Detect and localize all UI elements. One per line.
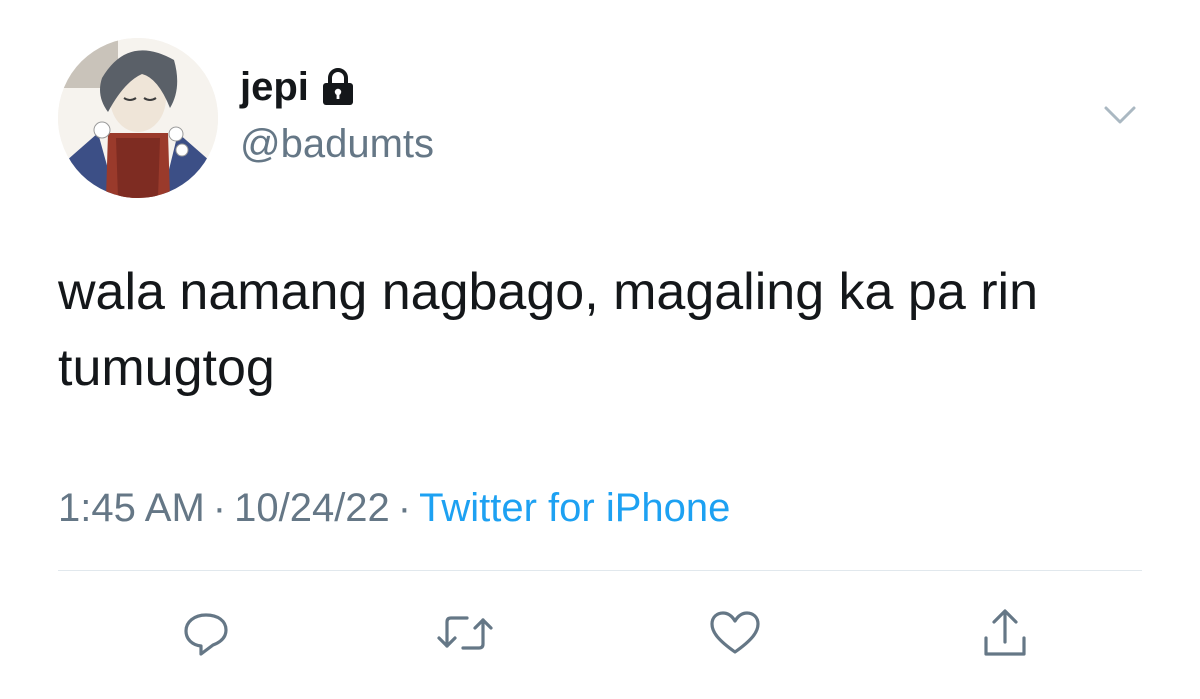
share-icon (980, 606, 1030, 660)
tweet-text: wala namang nagbago, magaling ka pa rin … (58, 263, 1039, 397)
author-name-row: jepi (240, 62, 355, 112)
reply-icon (181, 608, 231, 658)
meta-separator: · (397, 486, 412, 530)
retweet-button[interactable] (430, 598, 500, 668)
avatar[interactable] (58, 38, 218, 198)
reply-button[interactable] (171, 598, 241, 668)
tweet-meta: 1:45 AM · 10/24/22 · Twitter for iPhone (58, 480, 730, 536)
tweet-date[interactable]: 10/24/22 (234, 486, 390, 530)
author-name[interactable]: jepi (240, 62, 309, 112)
retweet-icon (435, 608, 495, 658)
author-handle[interactable]: @badumts (240, 118, 434, 170)
tweet-source-link[interactable]: Twitter for iPhone (419, 486, 730, 530)
like-button[interactable] (700, 598, 770, 668)
lock-icon (321, 67, 355, 107)
avatar-illustration (58, 38, 218, 198)
heart-icon (708, 608, 762, 658)
tweet-time[interactable]: 1:45 AM (58, 486, 205, 530)
meta-separator: · (212, 486, 227, 530)
chevron-down-icon[interactable] (1100, 100, 1140, 130)
tweet-card: jepi @badumts wala namang nagbago, magal… (0, 0, 1200, 699)
share-button[interactable] (970, 598, 1040, 668)
action-bar (0, 598, 1200, 668)
divider (58, 570, 1142, 571)
